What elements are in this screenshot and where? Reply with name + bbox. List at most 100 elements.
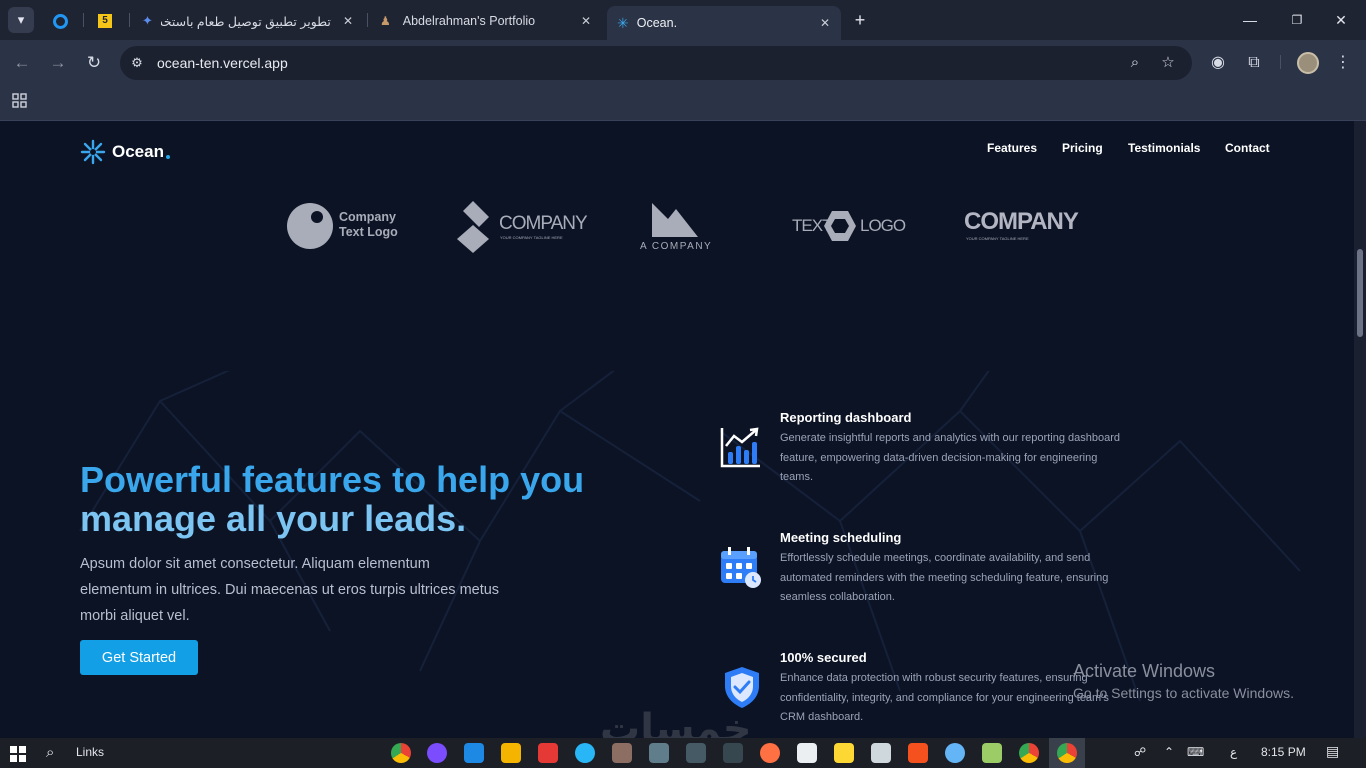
star-icon[interactable]: ☆ [1159, 54, 1177, 72]
url-text[interactable]: ocean-ten.vercel.app [157, 55, 288, 71]
app-icon[interactable] [834, 743, 854, 763]
close-icon[interactable]: ✕ [817, 15, 833, 31]
profile-avatar[interactable] [1297, 52, 1319, 74]
apps-grid-icon[interactable] [12, 93, 28, 109]
forward-arrow-icon[interactable]: → [47, 52, 69, 74]
chrome-icon[interactable] [1019, 743, 1039, 763]
diamond-logo-icon [457, 201, 489, 253]
snowflake-icon [80, 139, 106, 165]
app-icon[interactable] [871, 743, 891, 763]
scrollbar-thumb[interactable] [1357, 249, 1363, 337]
app-icon[interactable] [649, 743, 669, 763]
people-icon[interactable]: ☍ [1134, 745, 1146, 759]
close-icon[interactable]: ✕ [340, 13, 356, 29]
git-icon[interactable] [908, 743, 928, 763]
mountain-logo-icon [652, 203, 698, 237]
close-window-button[interactable]: ✕ [1326, 8, 1356, 32]
brand-name: Ocean [112, 142, 164, 161]
feature-title: 100% secured [780, 650, 867, 665]
app-icon[interactable] [686, 743, 706, 763]
app-icon[interactable] [538, 743, 558, 763]
web-page: Ocean Features Pricing Testimonials Cont… [0, 121, 1354, 738]
nav-testimonials[interactable]: Testimonials [1128, 141, 1200, 155]
puzzle-extensions-icon[interactable]: ⧉ [1243, 52, 1265, 74]
new-tab-button[interactable]: + [845, 8, 875, 32]
logo-text: A COMPANY [640, 241, 713, 252]
language-indicator[interactable]: ع [1230, 745, 1237, 759]
person-icon: ♟ [380, 14, 391, 28]
tab-4[interactable]: ♟ Abdelrahman's Portfolio ✕ [372, 6, 602, 36]
app-icon[interactable] [945, 743, 965, 763]
app-icon[interactable] [797, 743, 817, 763]
bookmarks-bar [0, 86, 1366, 121]
logo-text: Company [339, 210, 396, 224]
tab-2[interactable]: 5 [88, 6, 126, 36]
feature-description: Generate insightful reports and analytic… [780, 432, 1120, 483]
notifications-icon[interactable]: ▤ [1326, 743, 1339, 760]
windows-start-icon[interactable] [10, 746, 26, 762]
site-settings-icon[interactable]: ⚙ [128, 54, 146, 72]
watermark-title: Activate Windows [1073, 661, 1216, 681]
menu-dots-icon[interactable]: ⋮ [1332, 52, 1354, 74]
address-bar[interactable]: ⚙ ocean-ten.vercel.app ⌕ ☆ [120, 46, 1192, 80]
folder-icon[interactable] [501, 743, 521, 763]
telegram-icon[interactable] [575, 743, 595, 763]
windows-taskbar: ⌕ Links ☍ ⌃ ⌨ ع 8:15 PM ▤ [0, 738, 1366, 768]
chrome-icon[interactable] [391, 743, 411, 763]
chevron-up-icon[interactable]: ⌃ [1164, 745, 1174, 759]
tab-5-active[interactable]: ✳ Ocean. ✕ [607, 6, 841, 40]
eye-extension-icon[interactable]: ◉ [1207, 52, 1229, 74]
nav-features[interactable]: Features [987, 141, 1037, 155]
calendar-icon [720, 547, 762, 594]
tab-search-button[interactable]: ▾ [8, 7, 34, 33]
taskbar-search-label[interactable]: Links [76, 745, 104, 759]
close-icon[interactable]: ✕ [578, 13, 594, 29]
restore-button[interactable]: ❐ [1282, 8, 1312, 32]
feature-title: Reporting dashboard [780, 410, 912, 425]
brand-dot [165, 155, 170, 159]
back-arrow-icon[interactable]: ← [11, 52, 33, 74]
feature-title: Meeting scheduling [780, 530, 902, 545]
page-scrollbar[interactable] [1354, 121, 1366, 738]
circle-icon [53, 13, 68, 29]
tab-bar: ▾ 5 ✦ تطوير تطبيق توصيل طعام باستخدام ✕ … [0, 0, 1366, 40]
minimize-button[interactable]: — [1235, 8, 1265, 32]
logo-text: Text Logo [339, 225, 398, 239]
nav-pricing[interactable]: Pricing [1062, 141, 1103, 155]
active-app-highlight[interactable] [1049, 738, 1085, 768]
chrome-icon [1057, 743, 1077, 763]
search-icon[interactable]: ⌕ [46, 744, 54, 761]
site-watermark: خمسات [600, 707, 752, 738]
chart-icon [720, 426, 762, 473]
tab-title: Abdelrahman's Portfolio [402, 14, 536, 28]
tab-3[interactable]: ✦ تطوير تطبيق توصيل طعام باستخدام ✕ [134, 6, 364, 36]
brand-logo[interactable]: Ocean [80, 139, 170, 165]
zoom-icon[interactable]: ⌕ [1126, 54, 1144, 72]
snowflake-icon: ✳ [617, 14, 629, 31]
app-icon[interactable] [723, 743, 743, 763]
keyboard-icon[interactable]: ⌨ [1187, 745, 1204, 759]
feature-description: Effortlessly schedule meetings, coordina… [780, 552, 1109, 603]
html5-icon: 5 [98, 14, 112, 28]
tab-1[interactable] [42, 6, 80, 36]
logo-text: LOGO [860, 216, 906, 235]
hexagon-logo-icon [824, 211, 856, 241]
logo-text: COMPANY [499, 213, 588, 234]
get-started-button[interactable]: Get Started [80, 640, 198, 675]
logo-tagline: YOUR COMPANY TAGLINE HERE [500, 235, 563, 240]
reload-icon[interactable]: ↻ [83, 52, 105, 74]
hero-title: Powerful features to help you manage all… [80, 460, 680, 538]
app-icon[interactable] [612, 743, 632, 763]
tab-title: Ocean. [636, 16, 678, 30]
app-icon[interactable] [982, 743, 1002, 763]
tab-title: تطوير تطبيق توصيل طعام باستخدام [160, 14, 331, 29]
github-icon[interactable] [427, 743, 447, 763]
vscode-icon[interactable] [464, 743, 484, 763]
watermark-subtitle: Go to Settings to activate Windows. [1073, 685, 1294, 701]
hero-description: Apsum dolor sit amet consectetur. Aliqua… [80, 556, 500, 624]
app-icon[interactable] [760, 743, 780, 763]
logo-text: COMPANY [964, 208, 1079, 235]
browser-toolbar: ← → ↻ ⚙ ocean-ten.vercel.app ⌕ ☆ ◉ ⧉ ⋮ [0, 40, 1366, 86]
clock[interactable]: 8:15 PM [1261, 745, 1306, 759]
nav-contact[interactable]: Contact [1225, 141, 1270, 155]
